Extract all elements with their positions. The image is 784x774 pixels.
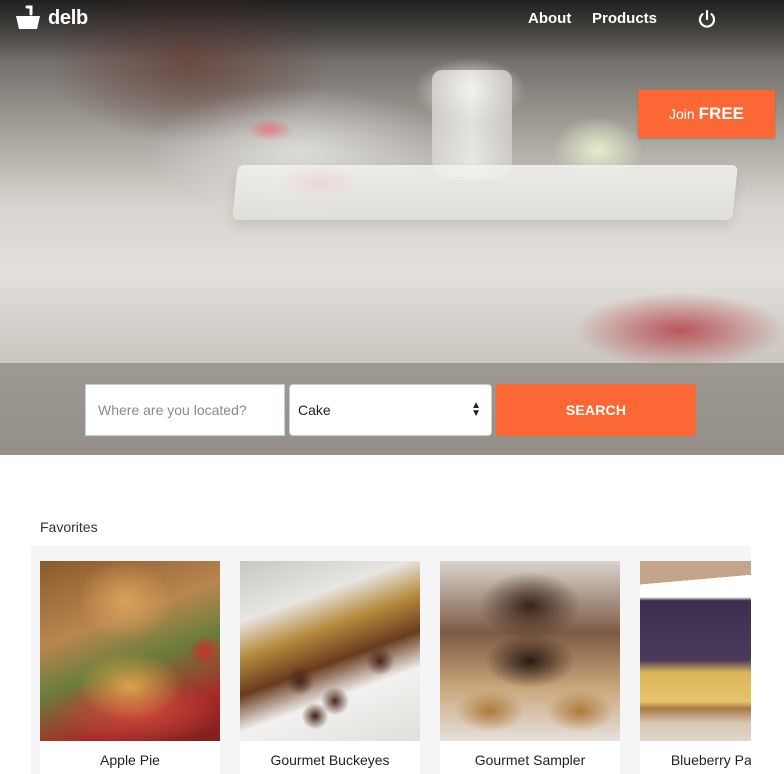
hero-cup-shape [432, 70, 512, 180]
favorites-carousel[interactable]: Apple Pie Gourmet Buckeyes Gourmet Sampl… [31, 546, 751, 774]
brand-logo[interactable]: delb [14, 4, 88, 32]
favorites-title: Favorites [40, 519, 98, 535]
brand-name: delb [48, 6, 88, 29]
nav-about-link[interactable]: About [528, 10, 571, 27]
category-select[interactable]: Cake ▲ ▼ [289, 384, 492, 436]
basket-icon [16, 5, 40, 29]
join-label: Join [668, 106, 695, 122]
product-image[interactable] [240, 561, 420, 741]
category-selected-value: Cake [298, 402, 331, 418]
join-free-label: FREE [698, 104, 745, 123]
product-name[interactable]: Apple Pie [40, 752, 220, 768]
join-free-button[interactable]: Join FREE [638, 90, 775, 138]
product-card-gourmet-buckeyes[interactable]: Gourmet Buckeyes [240, 561, 420, 774]
product-card-blueberry-pancake[interactable]: Blueberry Pancake [640, 561, 751, 774]
power-icon[interactable] [696, 8, 718, 30]
product-image[interactable] [440, 561, 620, 741]
product-card-apple-pie[interactable]: Apple Pie [40, 561, 220, 774]
product-name[interactable]: Gourmet Sampler [440, 752, 620, 768]
location-input[interactable] [85, 384, 285, 436]
product-image[interactable] [40, 561, 220, 741]
product-card-gourmet-sampler[interactable]: Gourmet Sampler [440, 561, 620, 774]
search-button[interactable]: SEARCH [496, 384, 696, 436]
hero-plate-shape [232, 165, 738, 220]
select-arrows-icon: ▲ ▼ [471, 400, 481, 419]
product-name[interactable]: Gourmet Buckeyes [240, 752, 420, 768]
product-image[interactable] [640, 561, 751, 741]
nav-products-link[interactable]: Products [592, 10, 657, 27]
product-name[interactable]: Blueberry Pancake [640, 752, 751, 768]
